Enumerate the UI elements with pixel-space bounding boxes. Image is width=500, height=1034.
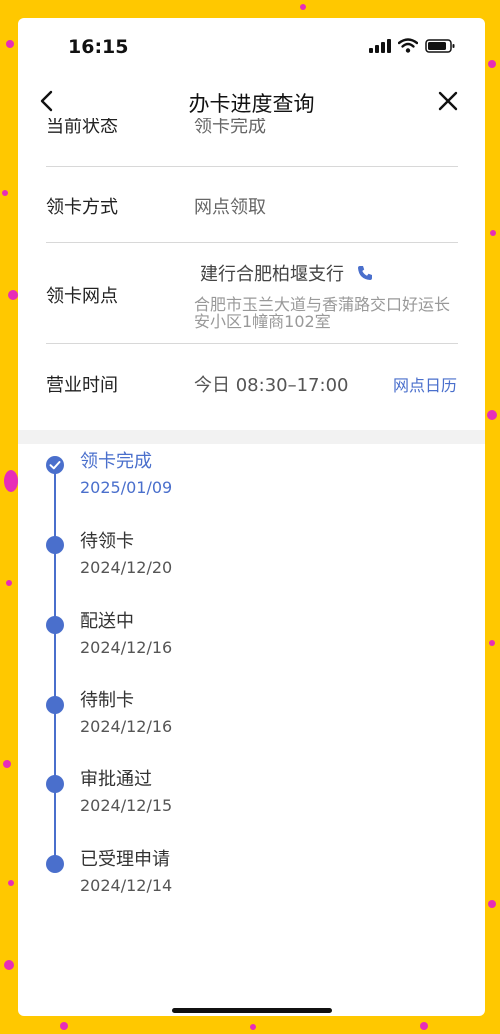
current-status-row: 当前状态 领卡完成 [46,118,466,168]
timeline-status: 配送中 [80,611,134,632]
background-dot [489,640,495,646]
background-dot [8,880,14,886]
timeline-status: 领卡完成 [80,451,152,472]
background-dot [6,40,14,48]
hours-value: 今日 08:30–17:00 [194,375,349,396]
battery-icon [425,38,455,53]
section-separator [18,430,485,444]
branch-name-group: 建行合肥柏堰支行 [200,260,374,286]
status-time: 16:15 [68,36,129,58]
timeline-dot [46,536,64,554]
timeline-date: 2025/01/09 [80,478,173,497]
current-status-label: 当前状态 [46,118,118,137]
timeline-dot [46,775,64,793]
timeline-dot [46,855,64,873]
background-dot [8,290,18,300]
branch-name: 建行合肥柏堰支行 [200,264,344,285]
timeline-date: 2024/12/16 [80,638,173,657]
divider [46,343,458,344]
phone-icon[interactable] [356,264,374,282]
close-icon[interactable] [435,88,461,114]
timeline-line [54,464,56,866]
current-status-value: 领卡完成 [194,118,266,137]
method-label: 领卡方式 [46,197,118,218]
background-dot [487,410,497,420]
signal-icon [369,38,391,53]
hours-label: 营业时间 [46,375,118,396]
background-dot [420,1022,428,1030]
background-dot [488,60,496,68]
timeline-status: 已受理申请 [80,849,170,870]
background-dot [2,190,8,196]
timeline-date: 2024/12/16 [80,717,173,736]
timeline-date: 2024/12/15 [80,796,173,815]
wifi-icon [398,38,418,53]
background-dot [300,4,306,10]
timeline-check-icon [46,456,64,474]
background-dot [4,960,14,970]
background-dot [488,900,496,908]
timeline-dot [46,696,64,714]
page-title: 办卡进度查询 [188,92,315,116]
status-icons [369,38,455,53]
divider [46,242,458,243]
timeline-date: 2024/12/14 [80,876,173,895]
branch-address: 合肥市玉兰大道与香蒲路交口好运长安小区1幢商102室 [194,295,451,331]
method-value: 网点领取 [194,197,266,218]
timeline-status: 待制卡 [80,690,134,711]
timeline-date: 2024/12/20 [80,558,173,577]
background-dot [490,230,496,236]
divider [46,166,458,167]
background-dot [60,1022,68,1030]
background-dot [4,470,18,492]
timeline-dot [46,616,64,634]
branch-calendar-link[interactable]: 网点日历 [393,372,457,396]
timeline-status: 待领卡 [80,531,134,552]
home-indicator[interactable] [172,1008,332,1013]
timeline-status: 审批通过 [80,769,152,790]
branch-label: 领卡网点 [46,286,118,307]
background-dot [250,1024,256,1030]
background-dot [6,580,12,586]
background-dot [3,760,11,768]
phone-screen: 16:15 办卡进度查询 当前状态 领卡完成 领卡方式 网点领取 领卡网点 建行… [18,18,485,1016]
